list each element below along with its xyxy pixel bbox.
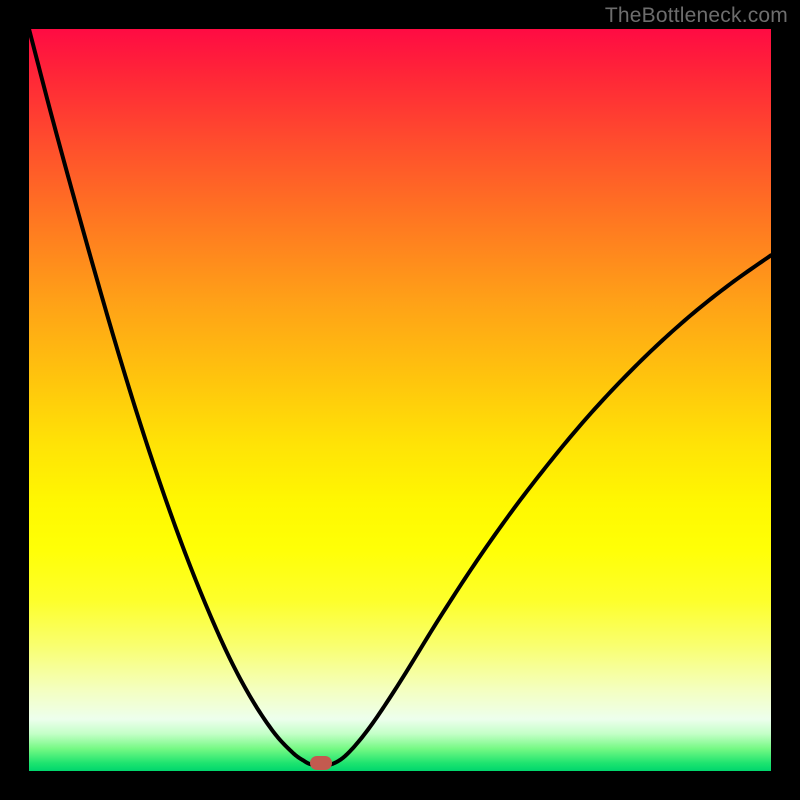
bottleneck-marker xyxy=(310,756,332,770)
watermark-text: TheBottleneck.com xyxy=(605,4,788,28)
chart-frame: TheBottleneck.com xyxy=(0,0,800,800)
plot-area xyxy=(29,29,771,771)
curve-svg xyxy=(29,29,771,771)
